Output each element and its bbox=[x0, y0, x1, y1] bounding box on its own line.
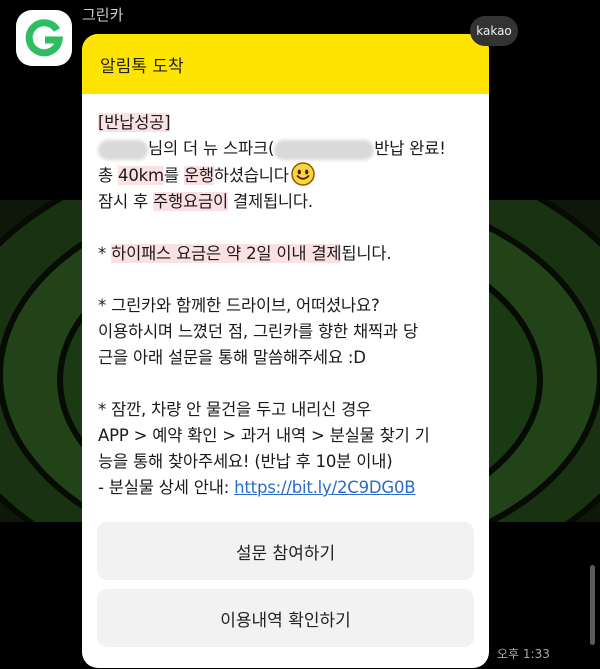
payment-line: 잠시 후 주행요금이 결제됩니다. bbox=[98, 192, 313, 211]
redacted-plate bbox=[274, 139, 375, 160]
message-body: [반납성공] 님의 더 뉴 스파크(반납 완료! 총 40km를 운행하셨습니다… bbox=[82, 94, 489, 501]
message-header-title: 알림톡 도착 bbox=[100, 56, 184, 77]
smiling-face-emoji-icon bbox=[291, 162, 315, 186]
survey-line-3: 근을 아래 설문을 통해 말씀해주세요 :D bbox=[98, 348, 366, 367]
scrollbar[interactable] bbox=[590, 565, 595, 645]
lost-item-line-2: APP > 예약 확인 > 과거 내역 > 분실물 찾기 기 bbox=[98, 426, 430, 445]
survey-button[interactable]: 설문 참여하기 bbox=[97, 522, 474, 580]
lost-item-link[interactable]: https://bit.ly/2C9DG0B bbox=[234, 478, 415, 497]
survey-line-1: * 그린카와 함께한 드라이브, 어떠셨나요? bbox=[98, 296, 380, 315]
sender-avatar[interactable] bbox=[16, 10, 72, 66]
car-line: 님의 더 뉴 스파크(반납 완료! bbox=[98, 136, 473, 162]
redacted-name bbox=[98, 139, 148, 160]
survey-line-2: 이용하시며 느꼈던 점, 그린카를 향한 채찍과 당 bbox=[98, 322, 418, 341]
lost-item-line-4: - 분실물 상세 안내: https://bit.ly/2C9DG0B bbox=[98, 478, 416, 497]
sender-name: 그린카 bbox=[82, 6, 124, 24]
kakao-badge: kakao bbox=[470, 16, 518, 46]
message-timestamp: 오후 1:33 bbox=[497, 647, 550, 661]
hipass-line: * 하이패스 요금은 약 2일 이내 결제됩니다. bbox=[98, 244, 392, 263]
message-header: 알림톡 도착 bbox=[82, 34, 489, 94]
greencar-logo-icon bbox=[25, 19, 64, 57]
distance-line: 총 40km를 운행하셨습니다 bbox=[98, 162, 473, 189]
lost-item-line-3: 능을 통해 찾아주세요! (반납 후 10분 이내) bbox=[98, 452, 393, 471]
return-success-line: [반납성공] bbox=[98, 113, 171, 132]
message-bubble: 알림톡 도착 [반납성공] 님의 더 뉴 스파크(반납 완료! 총 40km를 … bbox=[82, 34, 489, 668]
lost-item-line-1: * 잠깐, 차량 안 물건을 두고 내리신 경우 bbox=[98, 400, 372, 419]
usage-history-button[interactable]: 이용내역 확인하기 bbox=[97, 589, 474, 647]
